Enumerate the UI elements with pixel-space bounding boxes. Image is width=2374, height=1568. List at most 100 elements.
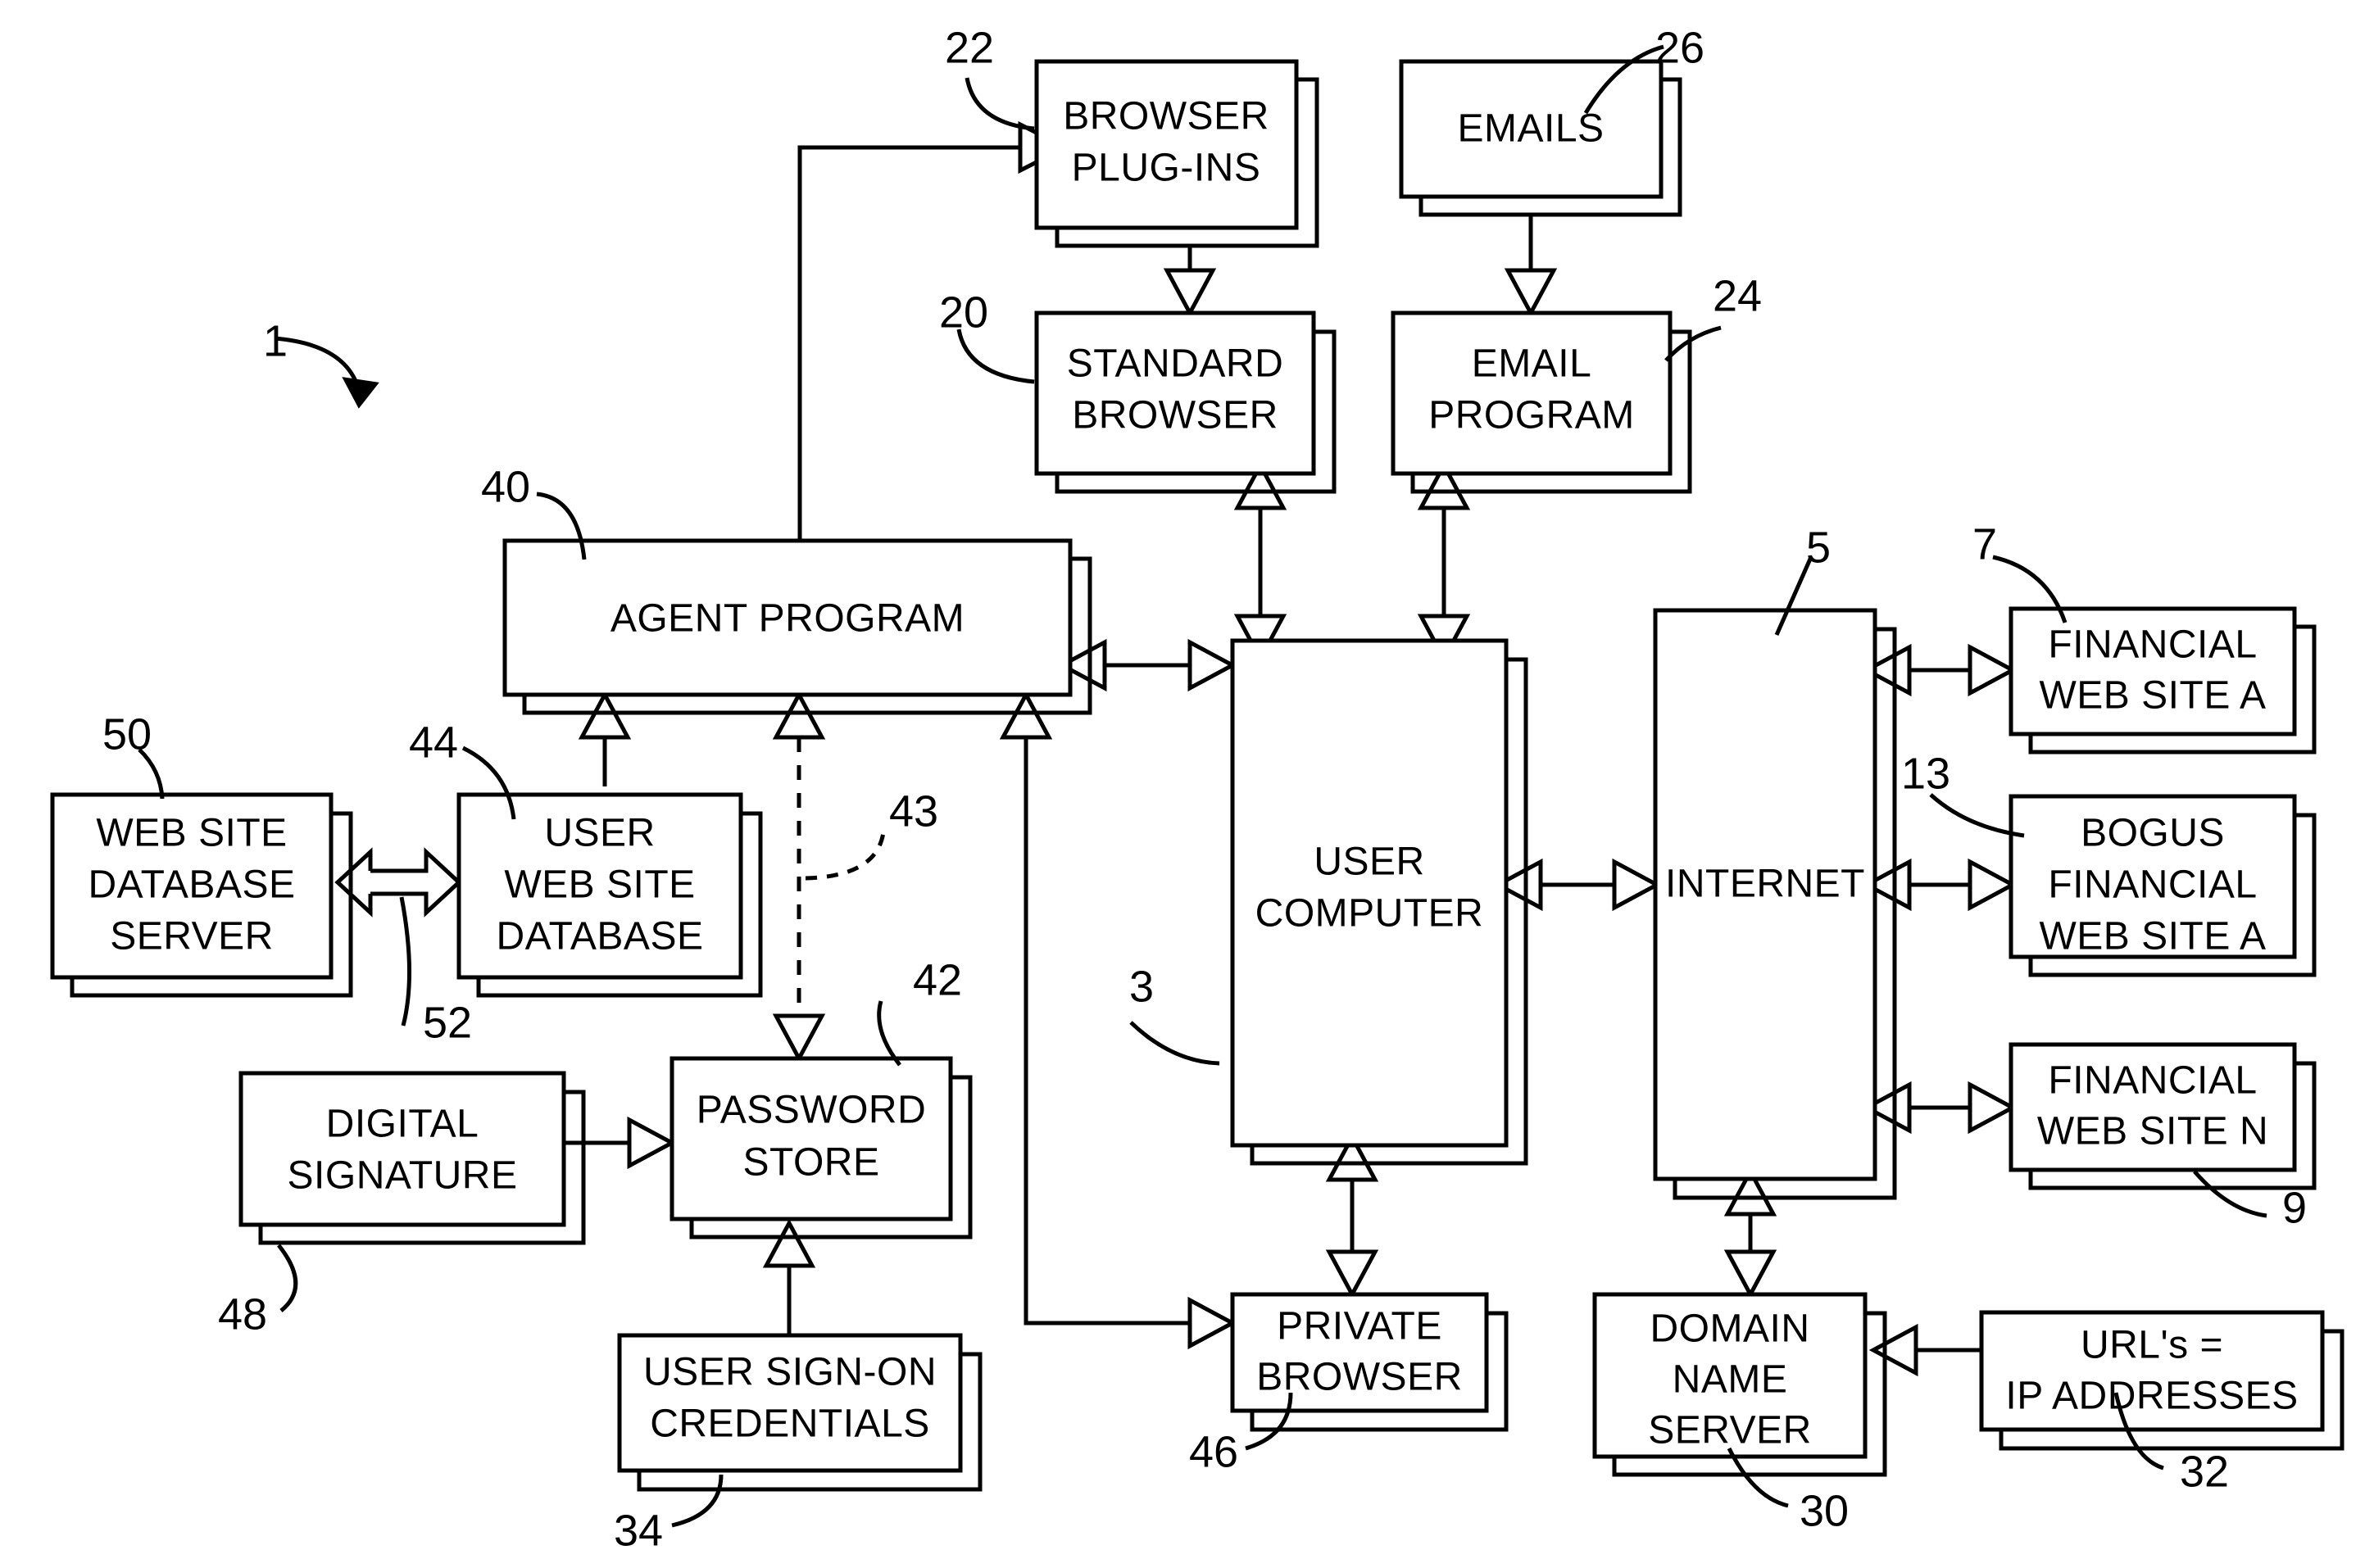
internet-label: INTERNET — [1665, 863, 1865, 906]
arrowhead-figure-ref-1 — [342, 377, 379, 409]
ref-label-48: 48 — [218, 1289, 267, 1339]
ref-label-3: 3 — [1129, 962, 1154, 1011]
bogus-financial-label-line2: FINANCIAL — [2048, 863, 2257, 907]
ref-label-1: 1 — [263, 316, 288, 365]
arrowhead-private-browser-left — [1187, 1296, 1237, 1350]
leader-48 — [277, 1244, 298, 1312]
box-digital-signature[interactable]: DIGITAL SIGNATURE — [238, 1071, 586, 1245]
email-program-label-line1: EMAIL — [1472, 342, 1592, 386]
box-email-program[interactable]: EMAIL PROGRAM — [1391, 310, 1692, 494]
uwsdb-label-line2: WEB SITE — [504, 863, 695, 907]
box-emails[interactable]: EMAILS — [1399, 59, 1682, 217]
box-browser-plugins[interactable]: BROWSER PLUG-INS — [1034, 59, 1319, 248]
ref-label-52: 52 — [423, 998, 472, 1047]
arrowhead-financial-a-left — [1968, 643, 2018, 697]
arrowhead-password-store-left — [627, 1116, 677, 1170]
ref-label-7: 7 — [1972, 519, 1997, 569]
arrowhead-agent-program-bottom-dashed — [772, 690, 826, 740]
leader-52 — [399, 896, 412, 1026]
connector-private-browser-to-agent — [1024, 727, 1190, 1326]
standard-browser-label-line1: STANDARD — [1067, 342, 1283, 386]
digital-signature-body — [238, 1071, 566, 1227]
box-urls-ip-addresses[interactable]: URL's = IP ADDRESSES — [1979, 1310, 2344, 1451]
leader-3 — [1129, 1021, 1220, 1066]
box-financial-web-site-a[interactable]: FINANCIAL WEB SITE A — [2009, 606, 2317, 755]
ref-label-42: 42 — [913, 955, 962, 1004]
box-user-web-site-database[interactable]: USER WEB SITE DATABASE — [456, 792, 763, 998]
ref-label-26: 26 — [1655, 23, 1704, 72]
box-user-computer[interactable]: USER COMPUTER — [1230, 638, 1528, 1166]
financial-a-label-line2: WEB SITE A — [2039, 674, 2266, 718]
box-bogus-financial-web-site-a[interactable]: BOGUS FINANCIAL WEB SITE A — [2009, 794, 2317, 977]
email-program-label-line2: PROGRAM — [1428, 394, 1635, 437]
urls-label-line2: IP ADDRESSES — [2005, 1375, 2298, 1418]
box-domain-name-server[interactable]: DOMAIN NAME SERVER — [1592, 1292, 1887, 1477]
box-private-browser[interactable]: PRIVATE BROWSER — [1230, 1292, 1509, 1432]
ref-label-50: 50 — [102, 709, 152, 759]
box-agent-program[interactable]: AGENT PROGRAM — [502, 538, 1092, 715]
ref-label-22: 22 — [945, 23, 994, 72]
urls-label-line1: URL's = — [2081, 1324, 2223, 1367]
ref-label-9: 9 — [2282, 1183, 2307, 1232]
box-password-store[interactable]: PASSWORD STORE — [670, 1056, 973, 1239]
arrowhead-dns-top — [1723, 1249, 1777, 1299]
leader-43 — [805, 832, 886, 881]
signon-label-line2: CREDENTIALS — [650, 1403, 930, 1446]
ref-label-32: 32 — [2180, 1447, 2229, 1496]
ref-label-20: 20 — [939, 288, 988, 337]
dns-label-line2: NAME — [1673, 1358, 1788, 1402]
user-computer-label-line2: COMPUTER — [1255, 892, 1484, 936]
box-web-site-database-server[interactable]: WEB SITE DATABASE SERVER — [50, 792, 353, 998]
bogus-financial-label-line3: WEB SITE A — [2039, 915, 2266, 958]
box-internet[interactable]: INTERNET — [1653, 608, 1897, 1200]
ref-label-13: 13 — [1901, 749, 1950, 798]
ref-label-40: 40 — [481, 462, 530, 511]
ref-label-5: 5 — [1806, 523, 1831, 572]
digital-signature-label-line1: DIGITAL — [326, 1103, 479, 1146]
box-user-signon-credentials[interactable]: USER SIGN-ON CREDENTIALS — [617, 1333, 983, 1492]
arrowhead-private-browser-top — [1325, 1249, 1379, 1299]
leader-22 — [965, 77, 1035, 131]
private-browser-label-line1: PRIVATE — [1277, 1305, 1442, 1348]
user-computer-label-line1: USER — [1314, 841, 1424, 884]
dns-label-line1: DOMAIN — [1650, 1307, 1810, 1351]
browser-plugins-label-line2: PLUG-INS — [1072, 147, 1261, 190]
box-standard-browser[interactable]: STANDARD BROWSER — [1034, 310, 1337, 494]
ref-label-44: 44 — [409, 718, 458, 767]
connector-dbserver-to-userdb — [334, 847, 462, 918]
password-store-label-line2: STORE — [743, 1141, 880, 1185]
financial-a-label-line1: FINANCIAL — [2048, 623, 2257, 667]
arrowhead-agent-program-bottom-left — [578, 690, 632, 740]
uwsdb-label-line3: DATABASE — [497, 915, 704, 958]
dns-label-line3: SERVER — [1648, 1409, 1812, 1452]
arrowhead-standard-browser-top — [1163, 268, 1217, 318]
financial-n-label-line2: WEB SITE N — [2037, 1110, 2268, 1153]
leader-42 — [877, 1000, 901, 1067]
ref-label-46: 46 — [1189, 1427, 1238, 1476]
arrowhead-agent-program-bottom-right — [999, 690, 1053, 740]
agent-program-label: AGENT PROGRAM — [611, 597, 965, 641]
arrowhead-password-store-top — [772, 1013, 826, 1063]
emails-label: EMAILS — [1457, 107, 1604, 151]
arrowhead-internet-left — [1612, 858, 1662, 912]
password-store-body — [670, 1056, 953, 1221]
standard-browser-label-line2: BROWSER — [1072, 394, 1278, 437]
block-diagram-canvas: BROWSER PLUG-INS EMAILS STANDARD BROWSER… — [50, 23, 2344, 1555]
leader-34 — [671, 1474, 724, 1528]
arrowhead-email-program-top — [1504, 268, 1558, 318]
ref-label-43: 43 — [889, 786, 938, 836]
arrowhead-bogus-financial-left — [1968, 858, 2018, 912]
financial-n-label-line1: FINANCIAL — [2048, 1059, 2257, 1103]
wsdbs-label-line3: SERVER — [110, 915, 274, 958]
uwsdb-label-line1: USER — [544, 812, 655, 855]
leader-9 — [2193, 1170, 2267, 1218]
leader-20 — [956, 329, 1035, 384]
signon-label-line1: USER SIGN-ON — [643, 1351, 937, 1394]
bogus-financial-label-line1: BOGUS — [2081, 812, 2225, 855]
patent-figure: BROWSER PLUG-INS EMAILS STANDARD BROWSER… — [0, 0, 2374, 1568]
arrowhead-dns-right — [1868, 1323, 1918, 1377]
ref-label-24: 24 — [1713, 271, 1762, 320]
arrowhead-user-computer-left — [1187, 638, 1237, 692]
password-store-label-line1: PASSWORD — [697, 1089, 926, 1132]
box-financial-web-site-n[interactable]: FINANCIAL WEB SITE N — [2009, 1042, 2317, 1190]
